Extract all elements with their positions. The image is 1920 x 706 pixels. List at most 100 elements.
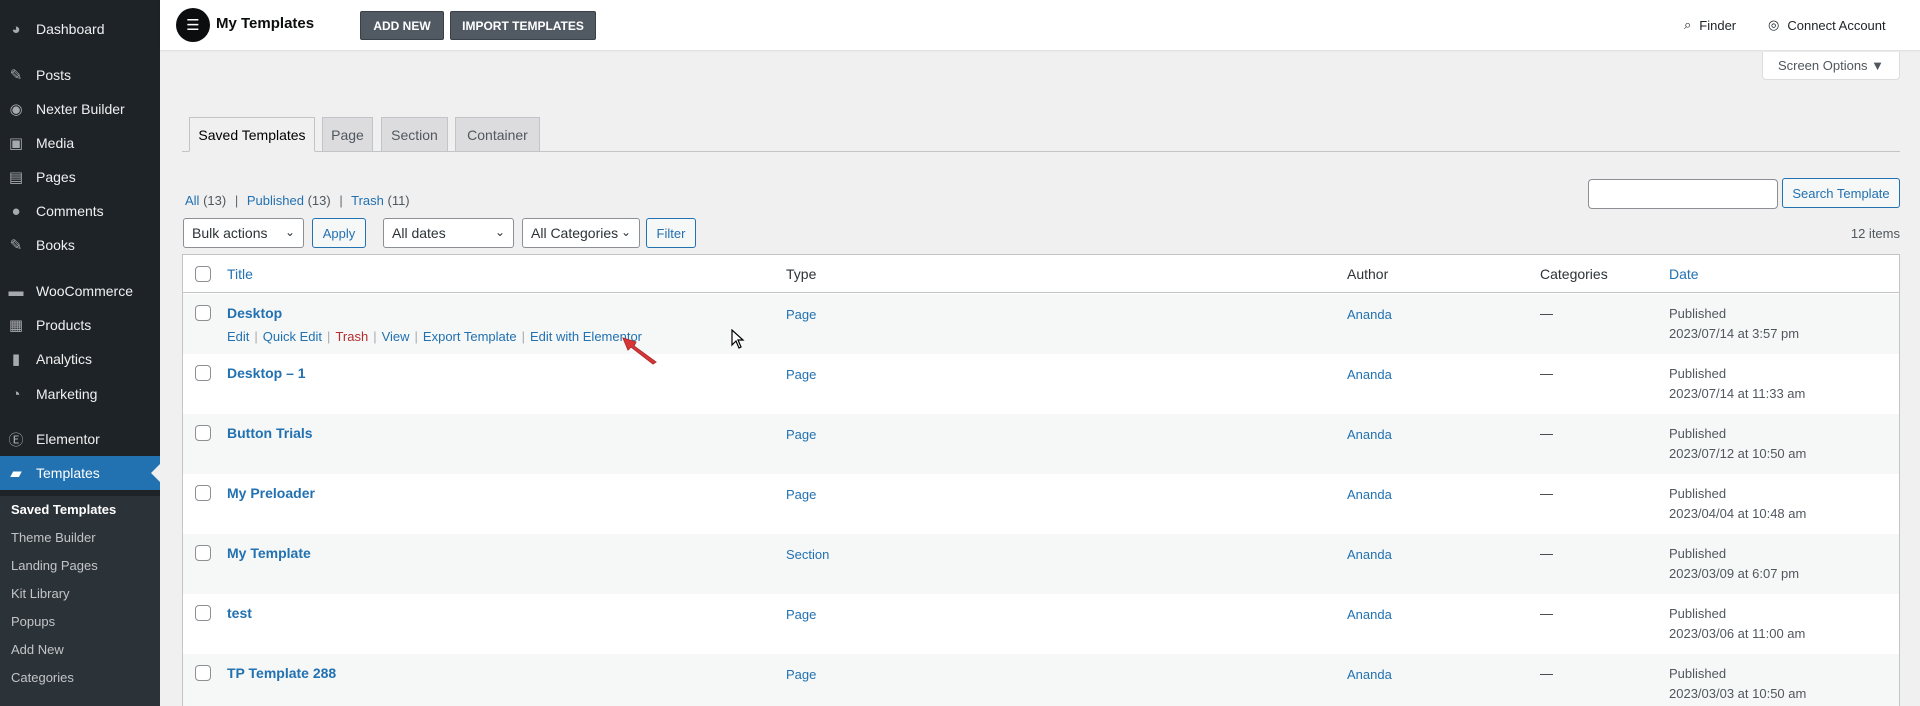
template-title-link[interactable]: TP Template 288: [227, 665, 336, 681]
chevron-down-icon: ⌄: [284, 225, 295, 239]
template-status: Published: [1669, 306, 1727, 321]
separator: |: [234, 193, 239, 208]
template-author-link[interactable]: Ananda: [1347, 607, 1392, 622]
bulk-actions-select[interactable]: Bulk actions ⌄: [183, 218, 304, 248]
connect-account-label: Connect Account: [1787, 17, 1886, 33]
tab-container[interactable]: Container: [455, 117, 540, 152]
connect-account-button[interactable]: ◎ Connect Account: [1768, 17, 1886, 33]
filter-trash-link[interactable]: Trash: [351, 193, 384, 208]
column-header-date[interactable]: Date: [1669, 266, 1699, 282]
template-author-link[interactable]: Ananda: [1347, 307, 1392, 322]
finder-label: Finder: [1699, 17, 1737, 33]
menu-item-label: Posts: [36, 67, 72, 83]
edit-link[interactable]: Edit: [227, 329, 249, 344]
filter-published-link[interactable]: Published: [247, 193, 304, 208]
menu-item-analytics[interactable]: ▮ Analytics: [0, 342, 160, 376]
quick-edit-link[interactable]: Quick Edit: [263, 329, 322, 344]
tab-saved-templates[interactable]: Saved Templates: [189, 117, 315, 152]
row-checkbox[interactable]: [195, 485, 211, 501]
column-header-title[interactable]: Title: [227, 266, 253, 282]
tab-page[interactable]: Page: [322, 117, 373, 152]
submenu-popups[interactable]: Popups: [11, 614, 55, 629]
filter-button[interactable]: Filter: [646, 218, 696, 248]
template-type-link[interactable]: Section: [786, 547, 829, 562]
filter-all-count: (13): [203, 193, 227, 208]
table-row: My Template Section Ananda — Published 2…: [183, 534, 1899, 594]
search-icon: ⌕: [1684, 17, 1692, 32]
template-author-link[interactable]: Ananda: [1347, 667, 1392, 682]
menu-item-dashboard[interactable]: ◕ Dashboard: [0, 12, 160, 46]
tab-section[interactable]: Section: [381, 117, 448, 152]
template-title-link[interactable]: My Preloader: [227, 485, 315, 501]
table-row: Desktop – 1 Page Ananda — Published 2023…: [183, 354, 1899, 414]
template-title-link[interactable]: Button Trials: [227, 425, 313, 441]
search-template-button[interactable]: Search Template: [1782, 178, 1900, 208]
products-icon: ▦: [8, 317, 24, 334]
template-type-link[interactable]: Page: [786, 487, 816, 502]
separator: |: [339, 193, 343, 208]
template-type-link[interactable]: Page: [786, 307, 816, 322]
template-type-link[interactable]: Page: [786, 607, 816, 622]
menu-item-posts[interactable]: ✎ Posts: [0, 58, 160, 92]
filter-all-link[interactable]: All: [185, 193, 199, 208]
elementor-top-bar: ☰ My Templates ADD NEW IMPORT TEMPLATES …: [160, 0, 1920, 50]
template-author-link[interactable]: Ananda: [1347, 487, 1392, 502]
trash-link[interactable]: Trash: [335, 329, 368, 344]
dashboard-icon: ◕: [11, 20, 21, 38]
template-author-link[interactable]: Ananda: [1347, 427, 1392, 442]
select-all-checkbox[interactable]: [195, 266, 211, 282]
table-row: TP Template 288 Page Ananda — Published …: [183, 654, 1899, 706]
template-title-link[interactable]: Desktop – 1: [227, 365, 306, 381]
menu-item-templates[interactable]: ▰ Templates: [0, 456, 160, 490]
chevron-down-icon: ⌄: [620, 225, 631, 239]
template-type-link[interactable]: Page: [786, 427, 816, 442]
row-checkbox[interactable]: [195, 305, 211, 321]
submenu-saved-templates[interactable]: Saved Templates: [11, 502, 116, 517]
menu-item-books[interactable]: ✎ Books: [0, 228, 160, 262]
dates-select[interactable]: All dates ⌄: [383, 218, 514, 248]
template-author-link[interactable]: Ananda: [1347, 367, 1392, 382]
submenu-landing-pages[interactable]: Landing Pages: [11, 558, 98, 573]
template-author-link[interactable]: Ananda: [1347, 547, 1392, 562]
menu-item-pages[interactable]: ▤ Pages: [0, 160, 160, 194]
view-link[interactable]: View: [382, 329, 410, 344]
menu-item-media[interactable]: ▣ Media: [0, 126, 160, 160]
menu-item-label: Analytics: [36, 351, 93, 367]
template-title-link[interactable]: Desktop: [227, 305, 282, 321]
row-checkbox[interactable]: [195, 425, 211, 441]
submenu-add-new[interactable]: Add New: [11, 642, 64, 657]
template-type-link[interactable]: Page: [786, 367, 816, 382]
screen-options-button[interactable]: Screen Options ▼: [1762, 52, 1900, 80]
menu-item-elementor[interactable]: Ⓔ Elementor: [0, 422, 160, 456]
submenu-kit-library[interactable]: Kit Library: [11, 586, 70, 601]
row-checkbox[interactable]: [195, 365, 211, 381]
template-date: 2023/07/14 at 11:33 am: [1669, 386, 1806, 401]
add-new-button[interactable]: ADD NEW: [360, 11, 444, 40]
menu-item-marketing[interactable]: ◔ Marketing: [0, 377, 160, 411]
table-row: Desktop Edit | Quick Edit | Trash | View…: [183, 294, 1899, 354]
templates-submenu: Saved Templates Theme Builder Landing Pa…: [0, 496, 160, 706]
template-type-link[interactable]: Page: [786, 667, 816, 682]
export-template-link[interactable]: Export Template: [423, 329, 517, 344]
search-templates-input[interactable]: [1588, 179, 1778, 209]
menu-item-woocommerce[interactable]: ▬ WooCommerce: [0, 274, 160, 308]
template-title-link[interactable]: My Template: [227, 545, 311, 561]
import-templates-button[interactable]: IMPORT TEMPLATES: [450, 11, 596, 40]
separator: |: [373, 329, 377, 344]
finder-button[interactable]: ⌕ Finder: [1684, 17, 1736, 33]
row-checkbox[interactable]: [195, 605, 211, 621]
menu-item-comments[interactable]: ● Comments: [0, 194, 160, 228]
template-title-link[interactable]: test: [227, 605, 252, 621]
column-header-categories: Categories: [1540, 266, 1608, 282]
row-checkbox[interactable]: [195, 545, 211, 561]
submenu-theme-builder[interactable]: Theme Builder: [11, 530, 96, 545]
marketing-icon: ◔: [11, 385, 21, 403]
filter-trash-count: (11): [387, 193, 410, 208]
submenu-categories[interactable]: Categories: [11, 670, 74, 685]
menu-item-nexter-builder[interactable]: ◉ Nexter Builder: [0, 92, 160, 126]
row-checkbox[interactable]: [195, 665, 211, 681]
categories-select[interactable]: All Categories ⌄: [522, 218, 640, 248]
template-status: Published: [1669, 546, 1727, 561]
menu-item-products[interactable]: ▦ Products: [0, 308, 160, 342]
apply-button[interactable]: Apply: [312, 218, 366, 248]
